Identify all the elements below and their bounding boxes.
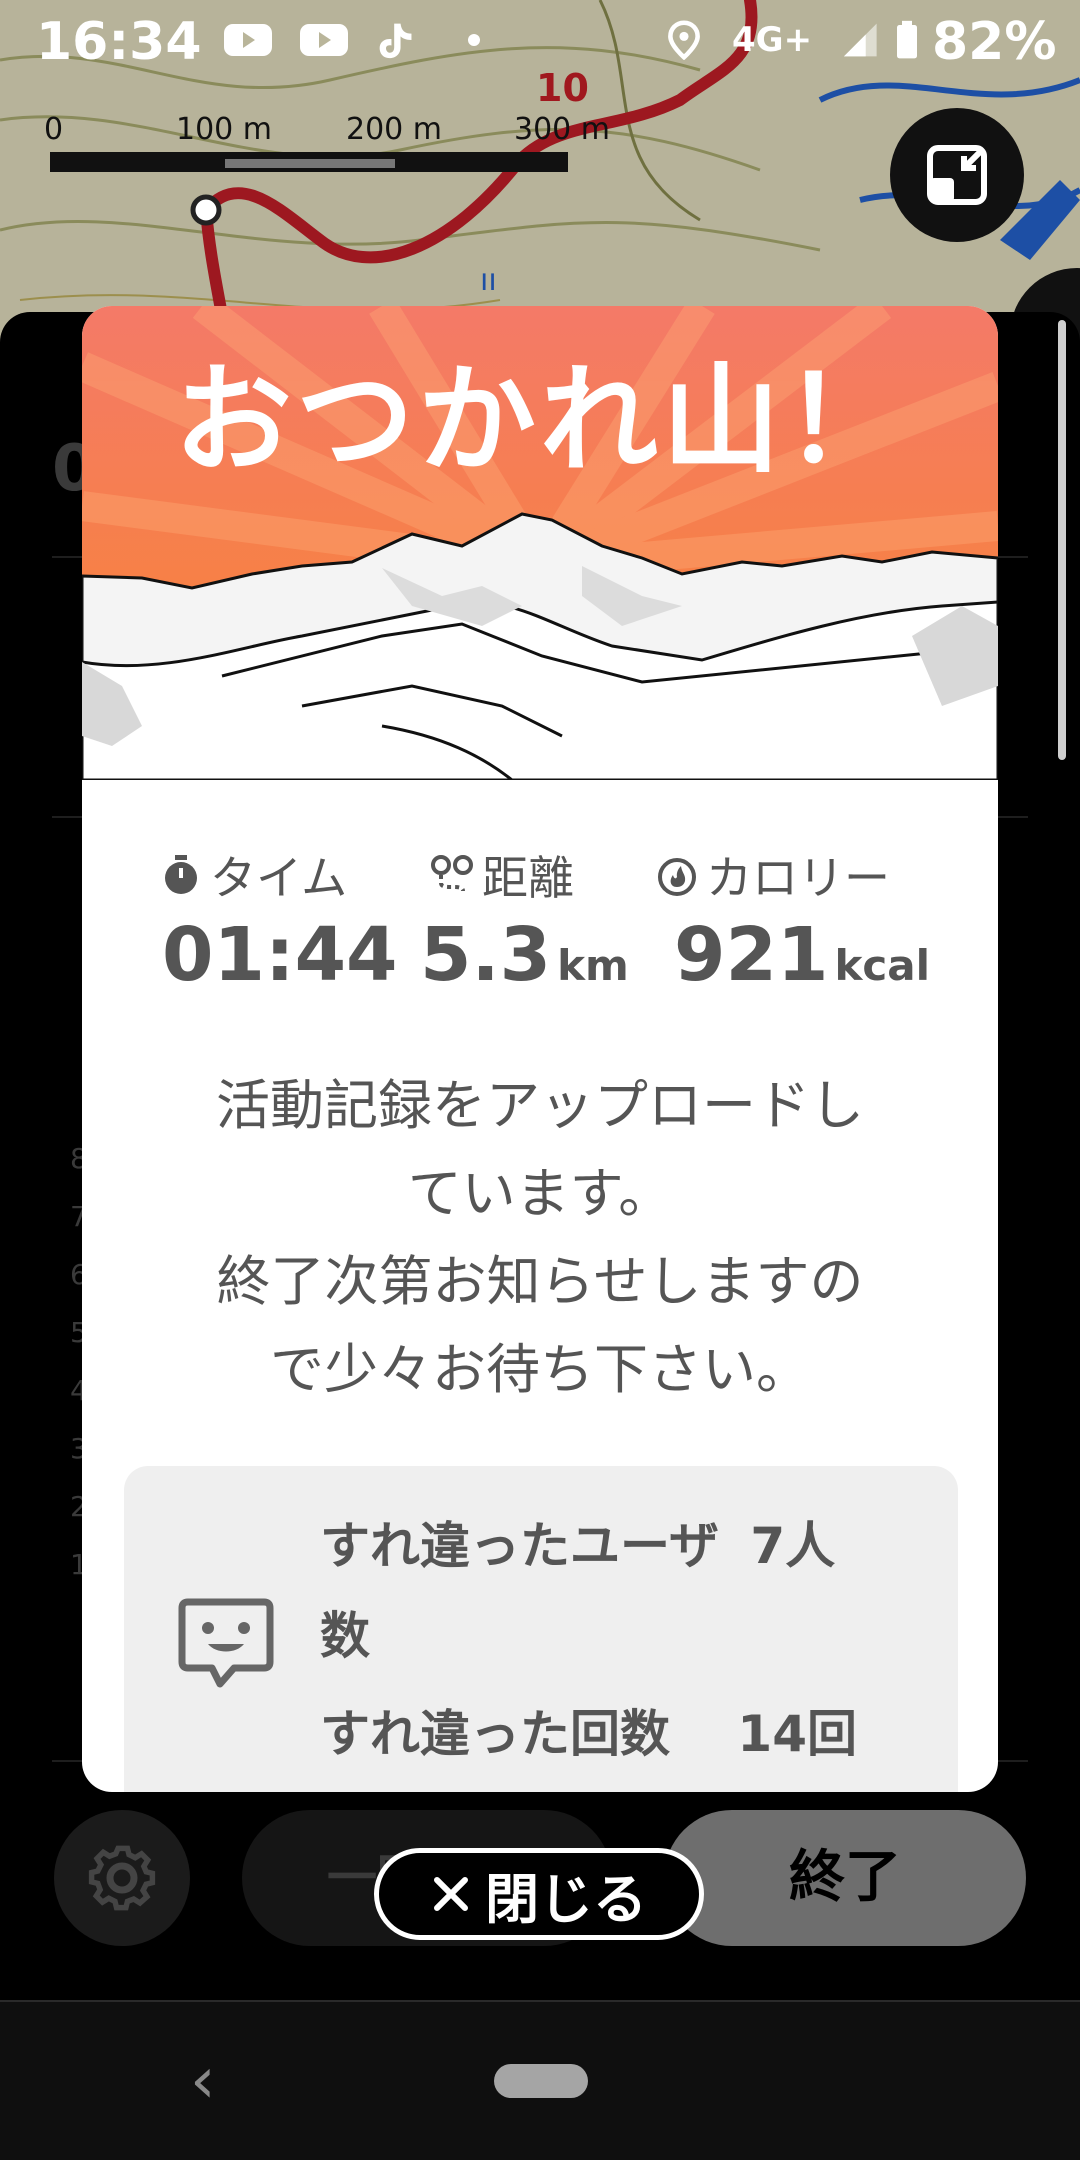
- close-modal-button[interactable]: 閉じる: [374, 1848, 704, 1940]
- calories-label: カロリー: [706, 851, 890, 905]
- tiktok-icon: [379, 23, 412, 59]
- users-passed-label: すれ違ったユーザ: [320, 1517, 719, 1575]
- scrollbar[interactable]: [1058, 320, 1066, 760]
- time-stat-label: タイム: [160, 842, 347, 908]
- modal-title: おつかれ山！: [173, 351, 906, 489]
- distance-stat-label: 距離: [430, 842, 574, 908]
- activity-controls: 一時停止 終了 閉じる: [0, 1796, 1080, 1996]
- close-icon: [434, 1877, 468, 1911]
- route-pin-icon: [431, 855, 473, 892]
- signal-icon: [843, 23, 877, 57]
- battery-icon: [897, 20, 917, 59]
- calories-unit: kcal: [834, 941, 931, 990]
- users-passed-row: すれ違ったユーザ 7人: [320, 1506, 835, 1578]
- times-passed-value: 14回: [737, 1705, 858, 1763]
- users-passed-suffix: 数: [320, 1607, 370, 1665]
- smile-chat-icon: [178, 1598, 274, 1688]
- notification-dot-icon: [468, 34, 480, 46]
- distance-label: 距離: [482, 851, 574, 905]
- youtube-icon: [300, 24, 348, 56]
- calories-value-number: 921: [674, 912, 829, 998]
- scale-label-200: 200 m: [346, 112, 443, 147]
- distance-value-number: 5.3: [420, 912, 552, 998]
- status-time: 16:34: [36, 12, 202, 72]
- status-bar: 16:34 4G+ 82%: [0, 0, 1080, 90]
- upload-message-line: で少々お待ち下さい。: [270, 1338, 810, 1401]
- close-label: 閉じる: [485, 1867, 647, 1931]
- picture-in-picture-icon: [927, 145, 987, 205]
- map-scale-bar: [50, 152, 568, 172]
- settings-button[interactable]: [54, 1810, 190, 1946]
- distance-value: 5.3 km: [420, 912, 629, 998]
- map-layout-button[interactable]: [890, 108, 1024, 242]
- youtube-icon: [224, 24, 272, 56]
- scale-label-0: 0: [44, 112, 64, 147]
- upload-message-line: 活動記録をアップロードし: [216, 1074, 864, 1137]
- back-icon[interactable]: ‹: [190, 2044, 216, 2118]
- stopwatch-icon: [165, 855, 197, 894]
- completion-modal: おつかれ山！ タイム 距離 カロリー 01:44 5.3 km 921 kcal 活…: [82, 306, 998, 1792]
- time-value-number: 01:44: [162, 912, 398, 998]
- flame-icon: [658, 858, 696, 896]
- time-value: 01:44: [162, 912, 398, 998]
- system-nav-bar: ‹: [0, 2000, 1080, 2160]
- gear-icon: [88, 1845, 156, 1911]
- times-passed-label: すれ違った回数: [320, 1705, 670, 1763]
- time-label: タイム: [210, 851, 348, 905]
- scale-label-100: 100 m: [176, 112, 273, 147]
- encounter-summary: すれ違ったユーザ 7人 数 すれ違った回数 14回: [124, 1466, 958, 1792]
- distance-unit: km: [557, 941, 629, 990]
- location-icon: [668, 20, 700, 60]
- users-passed-value: 7人: [750, 1517, 836, 1575]
- hero-banner: おつかれ山！: [82, 306, 998, 782]
- battery-percent: 82%: [932, 12, 1057, 72]
- upload-message-line: 終了次第お知らせしますの: [216, 1250, 864, 1313]
- scale-label-300: 300 m: [514, 112, 611, 147]
- upload-message-line: ています。: [407, 1162, 673, 1225]
- svg-text:ıı: ıı: [480, 263, 497, 298]
- end-button[interactable]: 終了: [664, 1810, 1026, 1946]
- calories-stat-label: カロリー: [656, 842, 890, 908]
- home-pill[interactable]: [494, 2064, 588, 2098]
- network-type: 4G+: [732, 20, 813, 60]
- times-passed-row: すれ違った回数 14回: [320, 1694, 857, 1766]
- calories-value: 921 kcal: [674, 912, 930, 998]
